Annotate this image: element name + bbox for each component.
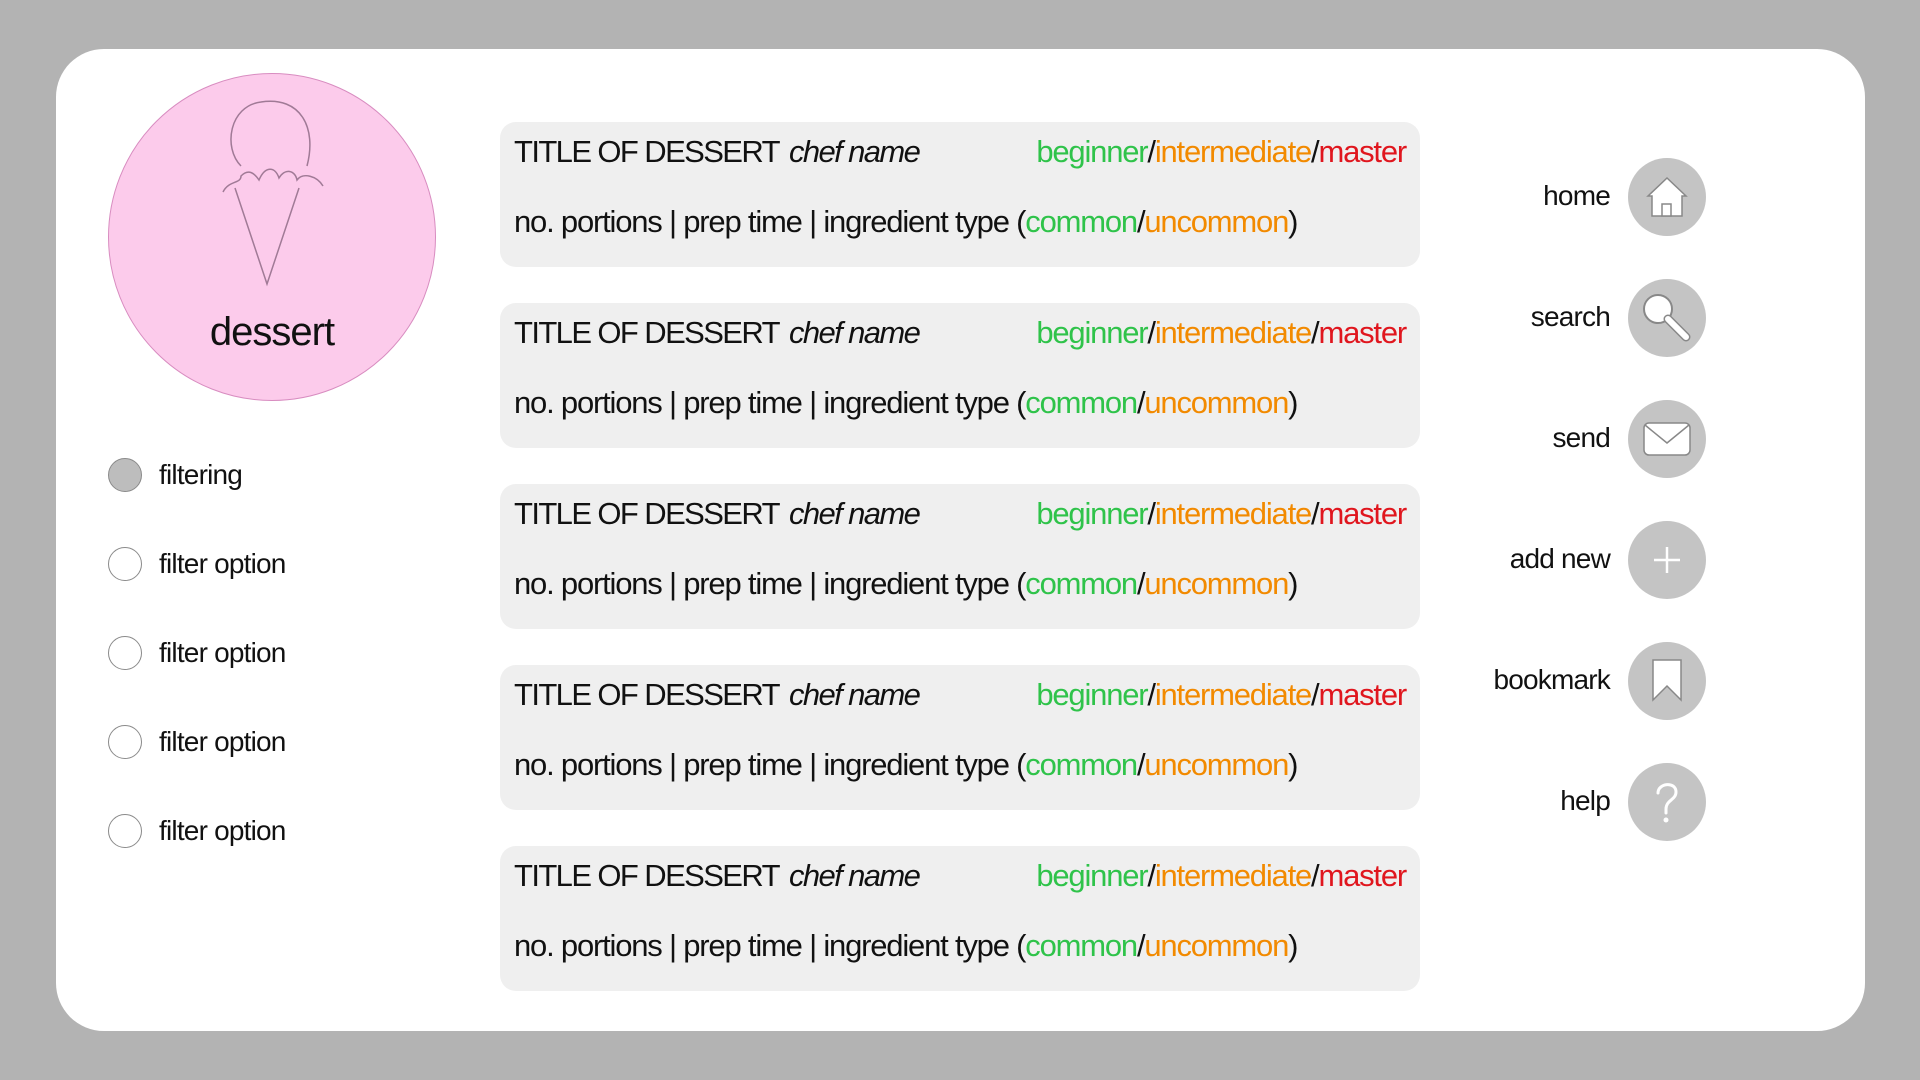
add-new-button[interactable] [1628, 521, 1706, 599]
nav-item-bookmark[interactable]: bookmark [1206, 642, 1706, 720]
search-button[interactable] [1628, 279, 1706, 357]
chef-name[interactable]: chef name [789, 677, 921, 712]
main-panel: dessert filtering filter option filter o… [56, 49, 1865, 1031]
filter-item-option-2[interactable]: filter option [108, 635, 286, 671]
category-badge[interactable]: dessert [108, 73, 436, 401]
recipe-title: TITLE OF DESSERT [514, 315, 781, 350]
bookmark-button[interactable] [1628, 642, 1706, 720]
level-beginner: beginner [1036, 134, 1148, 169]
filter-label: filter option [159, 548, 286, 579]
help-button[interactable] [1628, 763, 1706, 841]
recipe-title: TITLE OF DESSERT [514, 858, 781, 893]
level-separator: / [1147, 677, 1156, 712]
filter-label: filter option [159, 726, 286, 757]
nav-item-add-new[interactable]: add new [1206, 521, 1706, 599]
level-beginner: beginner [1036, 858, 1148, 893]
nav-item-help[interactable]: help [1206, 763, 1706, 841]
recipe-meta-text: no. portions | prep time | ingredient ty… [514, 566, 1026, 601]
nav-item-search[interactable]: search [1206, 279, 1706, 357]
ingredient-common: common [1025, 747, 1138, 782]
filter-radio[interactable] [108, 636, 142, 670]
chef-name[interactable]: chef name [789, 134, 921, 169]
recipe-title: TITLE OF DESSERT [514, 496, 781, 531]
recipe-meta-text: no. portions | prep time | ingredient ty… [514, 204, 1026, 239]
recipe-title: TITLE OF DESSERT [514, 677, 781, 712]
recipe-meta-text: no. portions | prep time | ingredient ty… [514, 385, 1026, 420]
recipe-title-line: TITLE OF DESSERT chef name [514, 677, 921, 713]
filter-label: filter option [159, 815, 286, 846]
recipe-meta: no. portions | prep time | ingredient ty… [514, 566, 1298, 602]
filter-radio[interactable] [108, 725, 142, 759]
envelope-icon [1643, 422, 1691, 456]
recipe-title: TITLE OF DESSERT [514, 134, 781, 169]
filter-item-option-4[interactable]: filter option [108, 813, 286, 849]
level-beginner: beginner [1036, 496, 1148, 531]
filter-radio[interactable] [108, 458, 142, 492]
nav-label: bookmark [1493, 664, 1610, 695]
level-beginner: beginner [1036, 315, 1148, 350]
nav-label: add new [1509, 543, 1611, 574]
filter-item-filtering[interactable]: filtering [108, 457, 286, 493]
ingredient-common: common [1025, 204, 1138, 239]
question-icon [1656, 783, 1678, 823]
nav-label: send [1552, 422, 1610, 453]
ingredient-uncommon: uncommon [1144, 928, 1289, 963]
home-icon [1646, 176, 1688, 217]
recipe-meta-text: no. portions | prep time | ingredient ty… [514, 928, 1026, 963]
nav-label: home [1543, 180, 1611, 211]
recipe-title-line: TITLE OF DESSERT chef name [514, 315, 921, 351]
ingredient-common: common [1025, 928, 1138, 963]
recipe-meta: no. portions | prep time | ingredient ty… [514, 747, 1298, 783]
level-beginner: beginner [1036, 677, 1148, 712]
level-separator: / [1147, 858, 1156, 893]
recipe-meta: no. portions | prep time | ingredient ty… [514, 385, 1298, 421]
recipe-meta: no. portions | prep time | ingredient ty… [514, 928, 1298, 964]
nav-label: help [1560, 785, 1611, 816]
level-separator: / [1147, 134, 1156, 169]
chef-name[interactable]: chef name [789, 315, 921, 350]
filter-item-option-3[interactable]: filter option [108, 724, 286, 760]
chef-name[interactable]: chef name [789, 858, 921, 893]
nav-item-home[interactable]: home [1206, 158, 1706, 236]
close-paren: ) [1288, 928, 1298, 963]
recipe-title-line: TITLE OF DESSERT chef name [514, 134, 921, 170]
ingredient-common: common [1025, 385, 1138, 420]
ice-cream-icon [222, 100, 324, 287]
recipe-meta-text: no. portions | prep time | ingredient ty… [514, 747, 1026, 782]
side-nav: home search send add new bookmark help [1206, 158, 1706, 884]
recipe-title-line: TITLE OF DESSERT chef name [514, 858, 921, 894]
recipe-title-line: TITLE OF DESSERT chef name [514, 496, 921, 532]
recipe-meta: no. portions | prep time | ingredient ty… [514, 204, 1298, 240]
bookmark-icon [1652, 659, 1682, 702]
filter-list: filtering filter option filter option fi… [108, 457, 286, 902]
filter-item-option-1[interactable]: filter option [108, 546, 286, 582]
nav-label: search [1530, 301, 1611, 332]
level-separator: / [1147, 496, 1156, 531]
nav-item-send[interactable]: send [1206, 400, 1706, 478]
chef-name[interactable]: chef name [789, 496, 921, 531]
search-icon [1643, 294, 1691, 342]
filter-label: filter option [159, 637, 286, 668]
plus-icon [1654, 547, 1680, 573]
category-label: dessert [209, 310, 335, 354]
filter-radio[interactable] [108, 547, 142, 581]
level-separator: / [1147, 315, 1156, 350]
filter-label: filtering [159, 459, 243, 490]
filter-radio[interactable] [108, 814, 142, 848]
send-button[interactable] [1628, 400, 1706, 478]
ingredient-common: common [1025, 566, 1138, 601]
home-button[interactable] [1628, 158, 1706, 236]
